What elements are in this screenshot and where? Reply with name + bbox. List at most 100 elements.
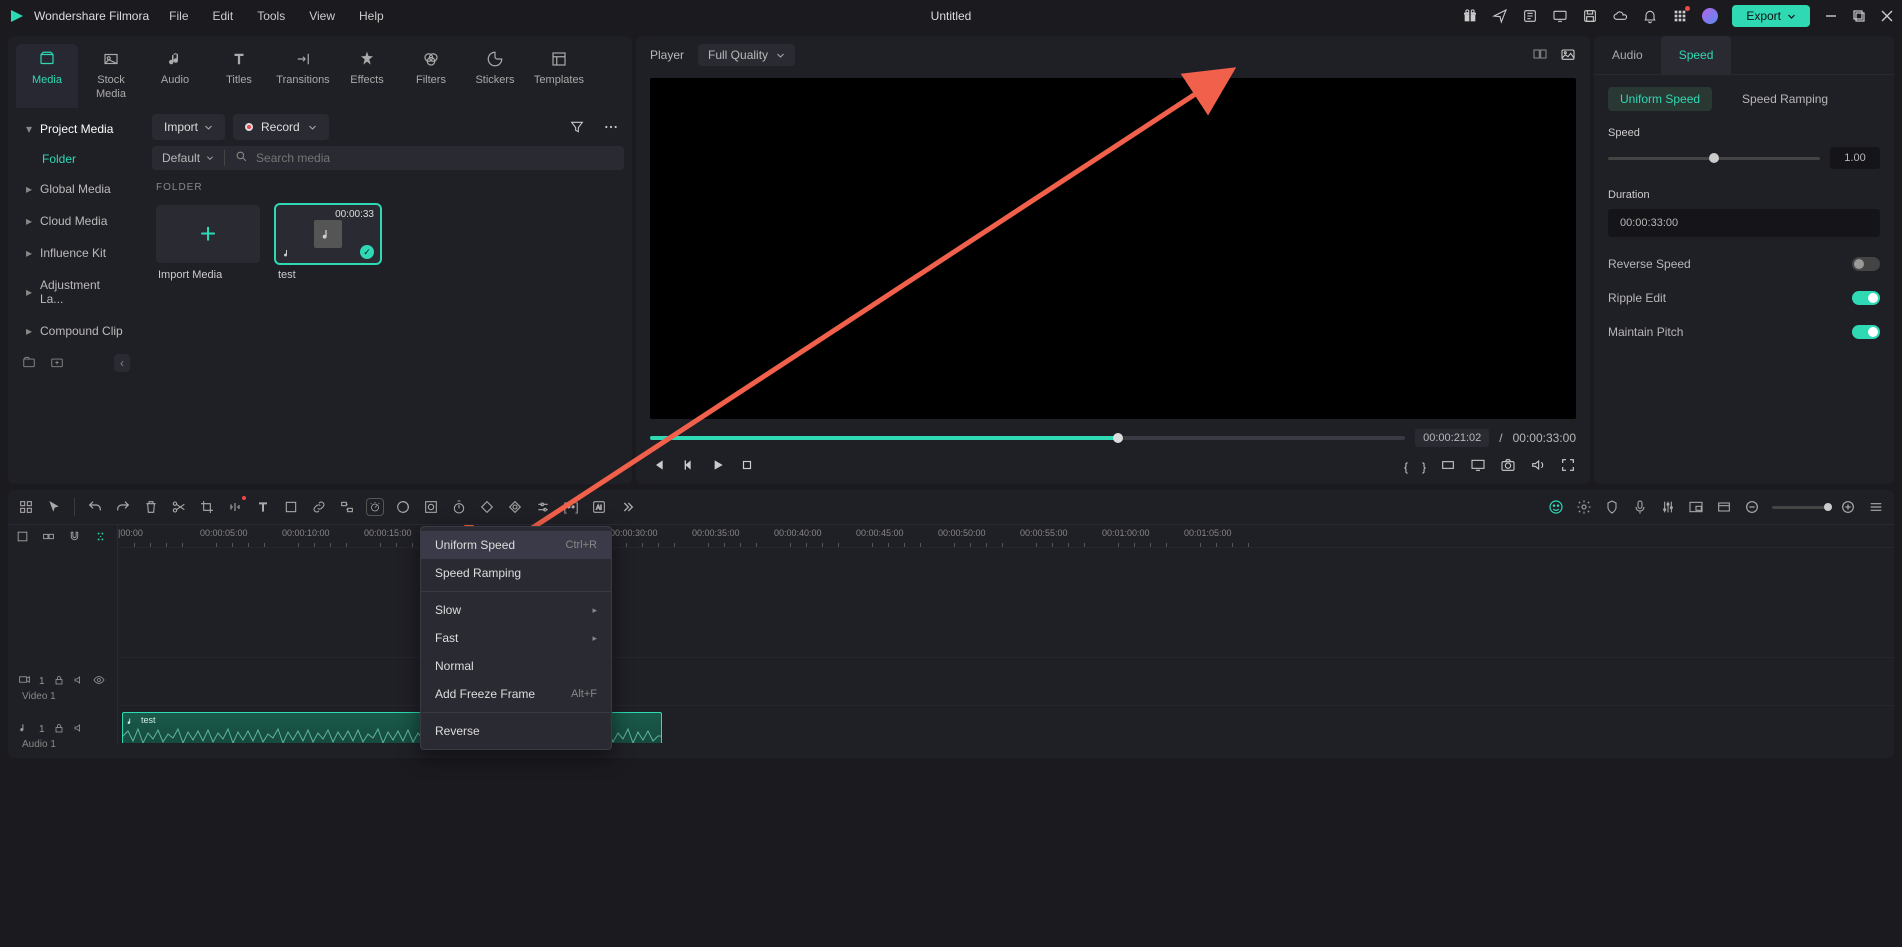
tab-effects[interactable]: Effects [336,44,398,108]
ctx-item-slow[interactable]: Slow▸ [421,596,611,624]
subtab-uniform-speed[interactable]: Uniform Speed [1608,87,1712,111]
mixer-icon[interactable] [1660,499,1676,515]
video-track-lane[interactable] [118,657,1894,705]
snapshot-icon[interactable] [1560,46,1576,65]
more-icon[interactable] [598,114,624,140]
bracket-icon[interactable]: [••] [563,499,579,515]
history-icon[interactable] [1522,8,1538,24]
lock-icon[interactable] [53,722,65,737]
keyframe-icon[interactable] [479,499,495,515]
track-magnet-icon[interactable] [66,528,82,544]
play-icon[interactable] [710,457,726,476]
props-tab-speed[interactable]: Speed [1661,36,1732,74]
maintain-pitch-toggle[interactable] [1852,325,1880,339]
media-item-test[interactable]: 00:00:33 ✓ test [276,205,380,287]
collapse-sidebar-icon[interactable]: ‹ [114,354,130,372]
tab-titles[interactable]: Titles [208,44,270,108]
undo-icon[interactable] [87,499,103,515]
audio-adjust-icon[interactable] [227,499,243,515]
mask-icon[interactable] [507,499,523,515]
send-icon[interactable] [1492,8,1508,24]
ctx-item-speed-ramping[interactable]: Speed Ramping [421,559,611,587]
eye-icon[interactable] [93,674,105,689]
sidebar-item-cloud-media[interactable]: ▸Cloud Media [16,206,136,236]
select-icon[interactable] [46,499,62,515]
bell-icon[interactable] [1642,8,1658,24]
import-dropdown[interactable]: Import [152,114,225,140]
sort-dropdown[interactable]: Default [162,151,214,165]
minimize-icon[interactable] [1824,9,1838,23]
mic-icon[interactable] [1632,499,1648,515]
quality-dropdown[interactable]: Full Quality [698,44,795,66]
record-dropdown[interactable]: Record [233,114,329,140]
mark-in-icon[interactable]: { [1404,460,1408,474]
audio-track-lane[interactable]: test [118,705,1894,743]
menu-edit[interactable]: Edit [213,9,234,23]
ratio-icon[interactable] [1440,457,1456,476]
crop-icon[interactable] [199,499,215,515]
tab-audio[interactable]: Audio [144,44,206,108]
ctx-item-normal[interactable]: Normal [421,652,611,680]
sidebar-item-influence-kit[interactable]: ▸Influence Kit [16,238,136,268]
tab-stickers[interactable]: Stickers [464,44,526,108]
close-icon[interactable] [1880,9,1894,23]
crop-tool-icon[interactable] [283,499,299,515]
new-folder-icon[interactable] [22,355,36,372]
marker-icon[interactable] [1604,499,1620,515]
speed-value[interactable]: 1.00 [1830,147,1880,169]
volume-icon[interactable] [1530,457,1546,476]
sidebar-item-project-media[interactable]: ▾Project Media [16,114,136,144]
tab-filters[interactable]: Filters [400,44,462,108]
zoom-in-icon[interactable] [1840,499,1856,515]
zoom-slider[interactable] [1772,506,1828,509]
ctx-item-fast[interactable]: Fast▸ [421,624,611,652]
camera-icon[interactable] [1500,457,1516,476]
split-icon[interactable] [171,499,187,515]
color-icon[interactable] [395,499,411,515]
ai-icon[interactable]: AI [591,499,607,515]
stop-icon[interactable] [740,458,754,475]
mark-out-icon[interactable]: } [1422,460,1426,474]
step-back-icon[interactable] [680,457,696,476]
screen-icon[interactable] [1552,8,1568,24]
adjust-icon[interactable] [535,499,551,515]
timeline-tracks[interactable]: |00:0000:00:05:0000:00:10:0000:00:15:000… [118,525,1894,743]
tab-transitions[interactable]: Transitions [272,44,334,108]
sidebar-item-global-media[interactable]: ▸Global Media [16,174,136,204]
duration-value[interactable]: 00:00:33:00 [1608,209,1880,237]
menu-help[interactable]: Help [359,9,384,23]
grid-icon[interactable] [18,499,34,515]
reverse-speed-toggle[interactable] [1852,257,1880,271]
compare-icon[interactable] [1532,46,1548,65]
sidebar-item-adjustment-layer[interactable]: ▸Adjustment La... [16,270,136,314]
menu-view[interactable]: View [309,9,335,23]
gear-icon[interactable] [1576,499,1592,515]
lock-icon[interactable] [53,674,65,689]
tab-templates[interactable]: Templates [528,44,590,108]
speed-tool-icon[interactable] [367,499,383,515]
mute-icon[interactable] [73,674,85,689]
more-tools-icon[interactable] [619,499,635,515]
track-link-icon[interactable] [40,528,56,544]
menu-file[interactable]: File [169,9,188,23]
ctx-item-uniform-speed[interactable]: Uniform SpeedCtrl+R [421,531,611,559]
ctx-item-add-freeze-frame[interactable]: Add Freeze FrameAlt+F [421,680,611,708]
export-button[interactable]: Export [1732,5,1810,27]
seek-bar[interactable] [650,436,1405,440]
display-icon[interactable] [1470,457,1486,476]
track-auto-icon[interactable] [92,528,108,544]
timeline-ruler[interactable]: |00:0000:00:05:0000:00:10:0000:00:15:000… [118,525,1894,547]
stopwatch-icon[interactable] [451,499,467,515]
delete-icon[interactable] [143,499,159,515]
render-icon[interactable] [1716,499,1732,515]
ctx-item-reverse[interactable]: Reverse [421,717,611,745]
save-icon[interactable] [1582,8,1598,24]
redo-icon[interactable] [115,499,131,515]
track-add-icon[interactable] [14,528,30,544]
new-bin-icon[interactable] [50,355,64,372]
ripple-edit-toggle[interactable] [1852,291,1880,305]
sidebar-folder[interactable]: Folder [12,146,140,172]
sidebar-item-compound-clip[interactable]: ▸Compound Clip [16,316,136,346]
prev-frame-icon[interactable] [650,457,666,476]
detach-icon[interactable] [339,499,355,515]
